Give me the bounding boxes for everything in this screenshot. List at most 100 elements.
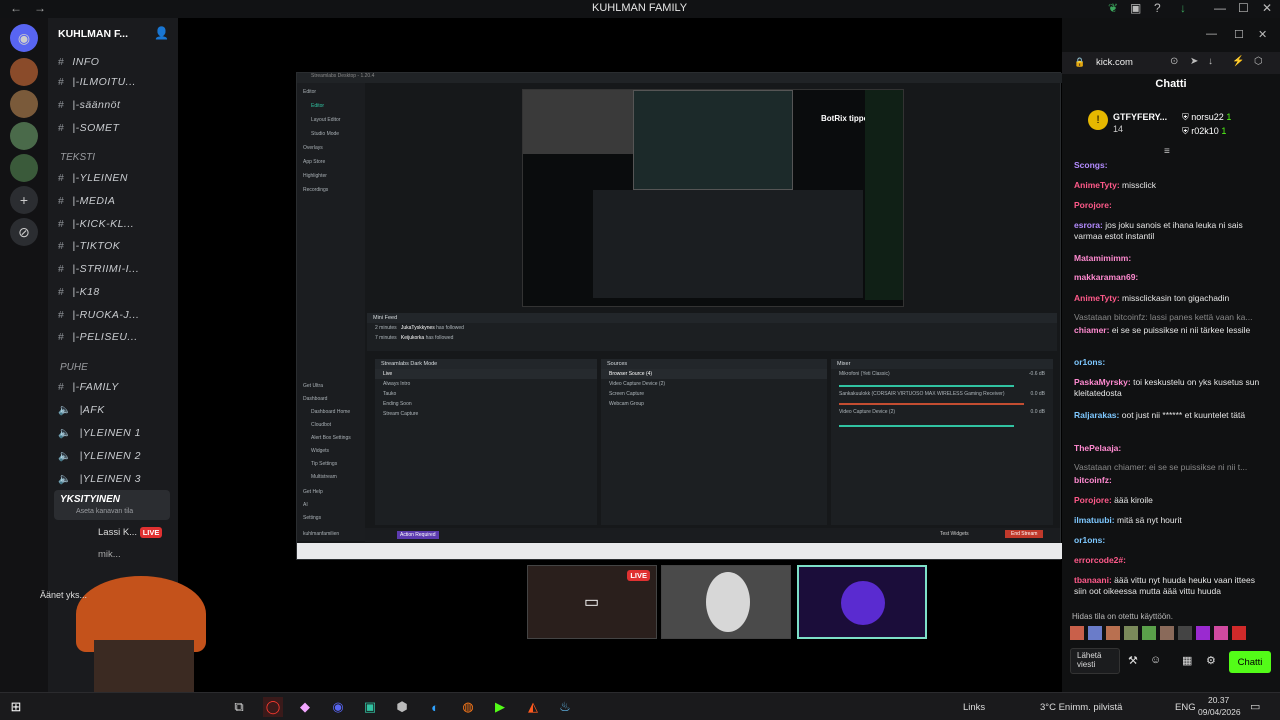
chat-username[interactable]: makkaraman69: bbox=[1074, 272, 1138, 282]
emote-picker-icon[interactable]: ⚒ bbox=[1128, 654, 1138, 667]
voice-user[interactable]: mik... bbox=[98, 549, 121, 560]
scene-item[interactable]: Always Intro bbox=[375, 379, 597, 389]
channel-peliseura[interactable]: # |-PELISEU... bbox=[58, 331, 138, 343]
firefox-icon[interactable]: ◍ bbox=[458, 697, 478, 717]
channel-media[interactable]: # |-MEDIA bbox=[58, 195, 115, 207]
chat-username[interactable]: bitcoinfz: bbox=[1074, 475, 1112, 485]
nav-item[interactable]: Dashboard Home bbox=[311, 409, 350, 415]
nav-item[interactable]: Alert Box Settings bbox=[311, 435, 351, 441]
top-gifter[interactable]: ⛨ r02k10 1 bbox=[1182, 126, 1226, 137]
top-gifter[interactable]: ⛨ norsu22 1 bbox=[1182, 112, 1231, 123]
clock-time[interactable]: 20.37 bbox=[1208, 695, 1229, 705]
scene-item[interactable]: Ending Soon bbox=[375, 399, 597, 409]
share-icon[interactable]: ➤ bbox=[1190, 56, 1198, 67]
channel-saannot[interactable]: # |-säännöt bbox=[58, 99, 120, 111]
chat-username[interactable]: Scongs: bbox=[1074, 160, 1108, 170]
end-stream-button[interactable]: End Stream bbox=[1005, 530, 1044, 538]
server-icon[interactable] bbox=[10, 90, 38, 118]
user-thumbnail[interactable] bbox=[797, 565, 927, 639]
steam-icon[interactable]: ♨ bbox=[555, 697, 575, 717]
test-widgets[interactable]: Test Widgets bbox=[940, 531, 969, 537]
nav-item[interactable]: Cloudbot bbox=[311, 422, 331, 428]
browser-addressbar[interactable]: 🔒 kick.com ⊙ ➤ ↓ ⚡ ⬡ bbox=[1062, 52, 1280, 74]
voice-status[interactable]: Aseta kanavan tila bbox=[76, 508, 133, 515]
channel-striimi[interactable]: # |-STRIIMI-I... bbox=[58, 263, 139, 275]
discord-home-icon[interactable]: ◉ bbox=[10, 24, 38, 52]
back-icon[interactable]: ← bbox=[10, 1, 22, 15]
nav-item[interactable]: AI bbox=[303, 502, 308, 508]
app-icon[interactable]: ◆ bbox=[295, 697, 315, 717]
nav-item[interactable]: Tip Settings bbox=[311, 461, 337, 467]
chat-username[interactable]: esrora: bbox=[1074, 220, 1103, 230]
server-name[interactable]: KUHLMAN F... bbox=[58, 28, 128, 40]
browser-maximize-icon[interactable]: ☐ bbox=[1234, 28, 1244, 41]
source-item[interactable]: Video Capture Device (2) bbox=[601, 379, 827, 389]
nav-item[interactable]: Settings bbox=[303, 515, 321, 521]
chat-username[interactable]: chiamer: bbox=[1074, 325, 1109, 335]
nav-item[interactable]: Overlays bbox=[303, 145, 323, 151]
channel-family[interactable]: # |-FAMILY bbox=[58, 381, 119, 393]
language-indicator[interactable]: ENG bbox=[1175, 702, 1196, 713]
chat-username[interactable]: errorcode2#: bbox=[1074, 555, 1126, 565]
app-icon[interactable]: ⬢ bbox=[392, 697, 412, 717]
chat-username[interactable]: ThePelaaja: bbox=[1074, 443, 1121, 453]
server-icon[interactable] bbox=[10, 154, 38, 182]
url-text[interactable]: kick.com bbox=[1096, 57, 1133, 68]
chat-username[interactable]: or1ons: bbox=[1074, 535, 1105, 545]
emoji-icon[interactable]: ☺ bbox=[1150, 654, 1161, 666]
shield-icon[interactable]: ⊙ bbox=[1170, 56, 1178, 67]
add-server-icon[interactable]: + bbox=[10, 186, 38, 214]
scene-preview[interactable]: BotRix tipped 100$! bbox=[522, 89, 904, 307]
voice-yksityinen[interactable]: YKSITYINEN Aseta kanavan tila bbox=[54, 490, 170, 520]
nav-item[interactable]: Editor bbox=[303, 89, 316, 95]
category-teksti[interactable]: TEKSTI bbox=[60, 152, 95, 163]
chat-username[interactable]: Porojore: bbox=[1074, 200, 1112, 210]
cube-icon[interactable]: ⬡ bbox=[1254, 56, 1263, 67]
discord-icon[interactable]: ◉ bbox=[328, 697, 348, 717]
settings-icon[interactable]: ⚙ bbox=[1206, 654, 1216, 667]
nav-item[interactable]: Dashboard bbox=[303, 396, 327, 402]
source-item[interactable]: Webcam Group bbox=[601, 399, 827, 409]
channel-ilmoitukset[interactable]: # |-ILMOITU... bbox=[58, 76, 136, 88]
chat-username[interactable]: tbanaani: bbox=[1074, 575, 1112, 585]
brave-icon[interactable]: ◭ bbox=[523, 697, 543, 717]
stream-thumbnail[interactable]: LIVE ▭ bbox=[527, 565, 657, 639]
inbox-icon[interactable]: ▣ bbox=[1130, 1, 1141, 15]
voice-user[interactable]: Lassi K... LIVE bbox=[98, 527, 163, 538]
nav-item[interactable]: Layout Editor bbox=[311, 117, 340, 123]
minimize-icon[interactable]: — bbox=[1214, 1, 1226, 15]
clock-date[interactable]: 09/04/2026 bbox=[1198, 707, 1241, 717]
opera-icon[interactable]: ◯ bbox=[263, 697, 283, 717]
forward-icon[interactable]: → bbox=[34, 1, 46, 15]
browser-close-icon[interactable]: ✕ bbox=[1258, 28, 1267, 41]
channel-somet[interactable]: # |-SOMET bbox=[58, 122, 119, 134]
nav-item[interactable]: Studio Mode bbox=[311, 131, 339, 137]
nav-item[interactable]: Get Ultra bbox=[303, 383, 323, 389]
pin-toggle-icon[interactable]: ≡ bbox=[1164, 146, 1170, 157]
edge-icon[interactable]: ◐ bbox=[425, 697, 445, 717]
nav-item[interactable]: Widgets bbox=[311, 448, 329, 454]
task-view-icon[interactable]: ⧉ bbox=[229, 697, 249, 717]
browser-minimize-icon[interactable]: — bbox=[1206, 28, 1217, 40]
nav-item[interactable]: Highlighter bbox=[303, 173, 327, 179]
voice-yleinen-2[interactable]: 🔈 |YLEINEN 2 bbox=[58, 449, 141, 462]
nav-item[interactable]: kuhlmanfamilien bbox=[303, 531, 339, 537]
kick-icon[interactable]: ▶ bbox=[490, 697, 510, 717]
send-chat-button[interactable]: Chatti bbox=[1229, 651, 1271, 673]
extension-icon[interactable]: ⚡ bbox=[1232, 56, 1244, 67]
notifications-icon[interactable]: ▭ bbox=[1250, 700, 1260, 713]
scene-item[interactable]: Stream Capture bbox=[375, 409, 597, 419]
category-info[interactable]: # INFO bbox=[58, 56, 99, 68]
help-icon[interactable]: ? bbox=[1154, 1, 1161, 15]
camera-thumbnail[interactable] bbox=[661, 565, 791, 639]
channel-yleinen[interactable]: # |-YLEINEN bbox=[58, 172, 128, 184]
close-icon[interactable]: ✕ bbox=[1262, 1, 1272, 15]
chat-username[interactable]: PaskaMyrsky: bbox=[1074, 377, 1131, 387]
links-toolbar[interactable]: Links bbox=[963, 702, 985, 713]
channel-kick-klipit[interactable]: # |-KICK-KL... bbox=[58, 218, 134, 230]
start-icon[interactable]: ⊞ bbox=[6, 697, 26, 717]
download-icon[interactable]: ↓ bbox=[1208, 56, 1213, 67]
nav-item[interactable]: Recordings bbox=[303, 187, 328, 193]
leaf-icon[interactable]: ❦ bbox=[1108, 1, 1118, 15]
voice-afk[interactable]: 🔈 |AFK bbox=[58, 403, 105, 416]
